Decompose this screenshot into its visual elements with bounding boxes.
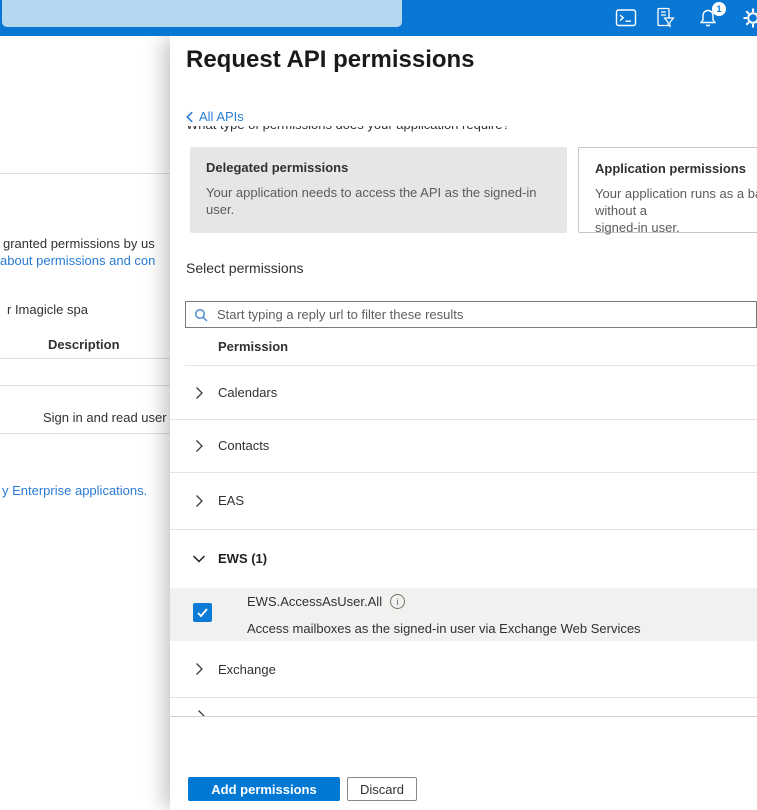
- bg-enterprise-applications-link[interactable]: y Enterprise applications.: [2, 483, 147, 498]
- permissions-list: Calendars Contacts EAS EWS (1) EWS.Acces…: [170, 365, 757, 716]
- card-description-line1: Your application runs as a background se…: [595, 185, 757, 219]
- select-permissions-label: Select permissions: [186, 260, 304, 276]
- permission-description: Access mailboxes as the signed-in user v…: [247, 621, 641, 636]
- permissions-filter-searchbox[interactable]: [185, 301, 757, 328]
- back-link-label: All APIs: [199, 109, 244, 124]
- permission-name: EWS.AccessAsUser.All: [247, 594, 382, 609]
- group-label: Calendars: [218, 385, 277, 400]
- divider: [0, 173, 170, 174]
- card-description-line2: signed-in user.: [595, 219, 757, 236]
- chevron-right-icon: [191, 438, 207, 454]
- check-icon: [196, 606, 209, 619]
- divider: [0, 385, 170, 386]
- group-label: Exchange: [218, 662, 276, 677]
- permission-column-header: Permission: [218, 339, 288, 354]
- panel-footer: Add permissions Discard: [170, 716, 757, 810]
- notifications-bell-icon[interactable]: 1: [697, 7, 719, 29]
- chevron-right-icon: [191, 385, 207, 401]
- group-row-contacts[interactable]: Contacts: [170, 419, 757, 473]
- partially-visible-row[interactable]: [193, 708, 209, 716]
- application-permissions-card[interactable]: Application permissions Your application…: [578, 147, 757, 233]
- bg-imagicle-text: r Imagicle spa: [7, 302, 88, 317]
- request-api-permissions-panel: Request API permissions All APIs What ty…: [170, 36, 757, 810]
- bg-description-text: granted permissions by us: [3, 236, 155, 251]
- notification-badge: 1: [712, 2, 726, 16]
- cloud-shell-icon[interactable]: [615, 7, 637, 29]
- divider: [0, 358, 170, 359]
- group-row-eas[interactable]: EAS: [170, 472, 757, 530]
- chevron-left-icon: [185, 111, 194, 123]
- group-row-ews-expanded[interactable]: EWS (1): [170, 529, 757, 588]
- directory-filter-icon[interactable]: [654, 7, 676, 29]
- global-search-input[interactable]: [2, 0, 402, 27]
- info-icon[interactable]: i: [390, 594, 405, 609]
- divider: [0, 433, 170, 434]
- add-permissions-button[interactable]: Add permissions: [188, 777, 340, 801]
- discard-button[interactable]: Discard: [347, 777, 417, 801]
- azure-top-bar: 1: [0, 0, 757, 36]
- card-description: Your application needs to access the API…: [206, 184, 551, 218]
- group-label: EAS: [218, 493, 244, 508]
- search-input[interactable]: [215, 306, 756, 323]
- back-to-all-apis-link[interactable]: All APIs: [185, 109, 244, 124]
- group-row-calendars[interactable]: Calendars: [170, 366, 757, 420]
- chevron-right-icon: [191, 493, 207, 509]
- card-title: Delegated permissions: [206, 160, 551, 175]
- permission-type-question-clipped: What type of permissions does your appli…: [186, 126, 616, 133]
- bg-table-row-text: Sign in and read user pr: [43, 410, 182, 425]
- settings-gear-icon[interactable]: [742, 7, 757, 29]
- chevron-right-icon: [191, 661, 207, 677]
- chevron-right-icon: [193, 708, 209, 716]
- permission-row-ews-accessasuser[interactable]: EWS.AccessAsUser.All i Access mailboxes …: [170, 588, 757, 641]
- card-title: Application permissions: [595, 161, 757, 176]
- page-title: Request API permissions: [186, 46, 475, 74]
- delegated-permissions-card[interactable]: Delegated permissions Your application n…: [190, 147, 567, 233]
- group-row-exchange[interactable]: Exchange: [170, 641, 757, 698]
- group-label: EWS (1): [218, 551, 267, 566]
- bg-table-description-header: Description: [48, 337, 120, 352]
- group-label: Contacts: [218, 438, 269, 453]
- chevron-down-icon: [191, 551, 207, 567]
- bg-permissions-consent-link[interactable]: about permissions and con: [0, 253, 155, 268]
- search-icon: [194, 308, 208, 322]
- checkbox-checked[interactable]: [193, 603, 212, 622]
